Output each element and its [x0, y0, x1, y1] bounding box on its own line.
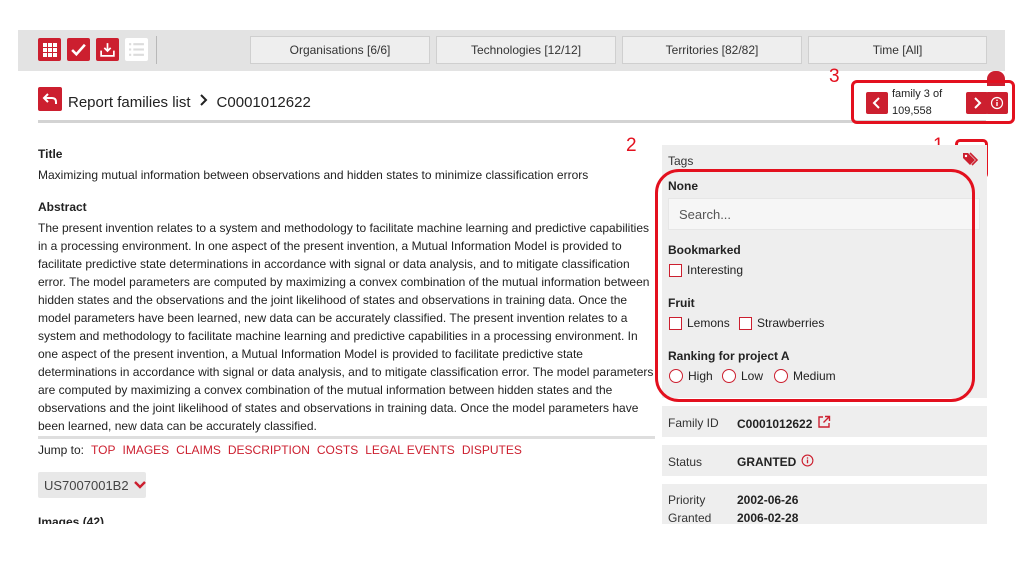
status-value: GRANTED: [737, 454, 814, 470]
tab-territories[interactable]: Territories [82/82]: [622, 36, 802, 64]
title-label: Title: [38, 147, 63, 161]
jump-link-legal-events[interactable]: LEGAL EVENTS: [365, 443, 455, 457]
breadcrumb-chevron-icon: [199, 93, 209, 111]
jump-link-costs[interactable]: COSTS: [317, 443, 358, 457]
breadcrumb-link[interactable]: Report families list: [68, 94, 191, 111]
external-link-icon[interactable]: [817, 415, 831, 432]
chevron-down-icon: [133, 478, 146, 493]
header-divider: [38, 120, 986, 123]
jump-link-top[interactable]: TOP: [91, 443, 115, 457]
callout-tags-panel: [655, 169, 975, 402]
grid-icon[interactable]: [38, 38, 61, 61]
tags-title: Tags: [668, 154, 694, 168]
callout-pager: [851, 80, 1015, 124]
status-label: Status: [668, 455, 703, 469]
status-row: Status GRANTED: [662, 445, 987, 476]
dates-row: Priority 2002-06-26 Granted 2006-02-28: [662, 484, 987, 525]
tab-organisations[interactable]: Organisations [6/6]: [250, 36, 430, 64]
breadcrumb: Report families list C0001012622: [68, 93, 311, 111]
granted-value: 2006-02-28: [737, 511, 799, 525]
jump-link-claims[interactable]: CLAIMS: [176, 443, 221, 457]
jump-link-images[interactable]: IMAGES: [122, 443, 169, 457]
tab-time[interactable]: Time [All]: [808, 36, 987, 64]
publication-select-value: US7007001B2: [44, 477, 129, 493]
check-icon[interactable]: [67, 38, 90, 61]
jump-to-nav: Jump to: TOP IMAGES CLAIMS DESCRIPTION C…: [38, 443, 522, 457]
back-arrow-icon[interactable]: [38, 87, 62, 111]
toolbar-separator: [156, 36, 157, 64]
abstract-label: Abstract: [38, 200, 87, 214]
abstract-text: The present invention relates to a syste…: [38, 221, 654, 433]
priority-label: Priority: [668, 493, 706, 507]
jump-link-disputes[interactable]: DISPUTES: [462, 443, 522, 457]
callout-number-2: 2: [626, 135, 637, 156]
top-toolbar: Organisations [6/6] Technologies [12/12]…: [18, 30, 1005, 71]
patent-title: Maximizing mutual information between ob…: [38, 168, 589, 182]
images-label: Images (42): [38, 515, 105, 524]
download-icon[interactable]: [96, 38, 119, 61]
priority-value: 2002-06-26: [737, 493, 799, 507]
family-id-value: C0001012622: [737, 415, 831, 432]
tag-icon[interactable]: [960, 148, 982, 170]
family-id-text: C0001012622: [737, 416, 813, 431]
breadcrumb-current: C0001012622: [216, 93, 311, 111]
content-divider: [38, 436, 655, 439]
tab-technologies[interactable]: Technologies [12/12]: [436, 36, 616, 64]
info-icon[interactable]: [801, 454, 814, 470]
family-id-label: Family ID: [668, 416, 719, 430]
callout-number-3: 3: [829, 66, 840, 87]
list-icon[interactable]: [125, 38, 148, 61]
family-id-row: Family ID C0001012622: [662, 406, 987, 437]
jump-link-description[interactable]: DESCRIPTION: [228, 443, 310, 457]
status-text: GRANTED: [737, 455, 797, 469]
publication-select[interactable]: US7007001B2: [38, 472, 146, 498]
jump-to-label: Jump to:: [38, 443, 85, 457]
granted-label: Granted: [668, 511, 712, 525]
